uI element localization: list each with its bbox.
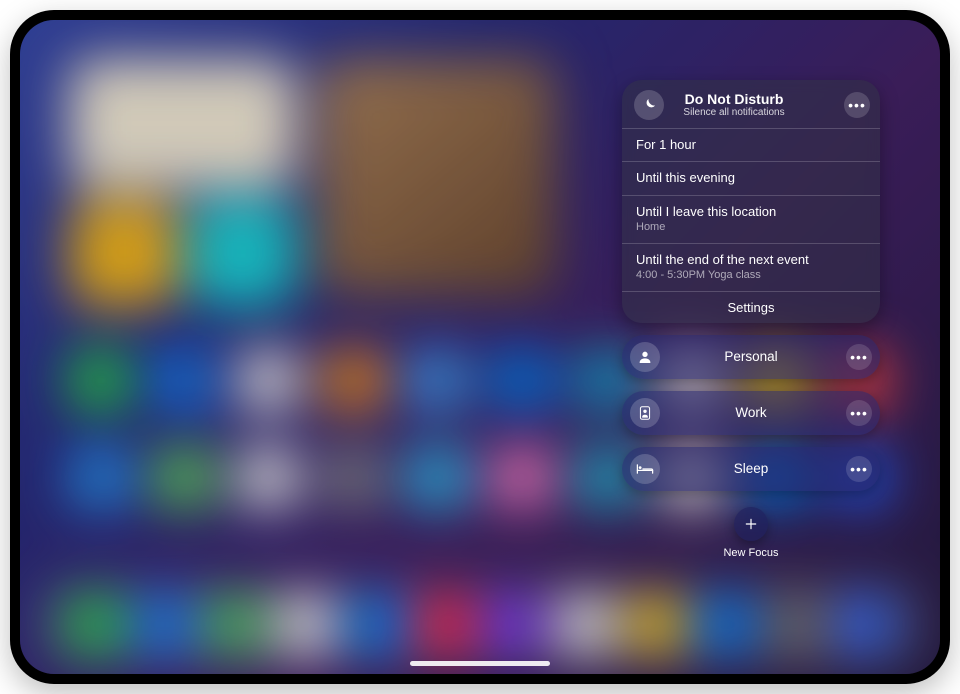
dnd-header: Do Not Disturb Silence all notifications… bbox=[622, 80, 880, 128]
new-focus: New Focus bbox=[622, 507, 880, 559]
dnd-option-sublabel: Home bbox=[636, 221, 866, 235]
dnd-option-event[interactable]: Until the end of the next event 4:00 - 5… bbox=[622, 243, 880, 291]
focus-pill-personal[interactable]: Personal ••• bbox=[622, 335, 880, 379]
ellipsis-icon: ••• bbox=[850, 461, 868, 477]
focus-label: Sleep bbox=[622, 461, 880, 476]
focus-pill-sleep[interactable]: Sleep ••• bbox=[622, 447, 880, 491]
ellipsis-icon: ••• bbox=[848, 97, 866, 113]
new-focus-label: New Focus bbox=[723, 547, 778, 559]
screen: Do Not Disturb Silence all notifications… bbox=[20, 20, 940, 674]
dnd-option-location[interactable]: Until I leave this location Home bbox=[622, 195, 880, 243]
plus-icon bbox=[743, 516, 759, 532]
person-icon bbox=[630, 342, 660, 372]
badge-icon bbox=[630, 398, 660, 428]
focus-control-panel: Do Not Disturb Silence all notifications… bbox=[622, 80, 880, 559]
dnd-settings-label: Settings bbox=[728, 300, 775, 315]
dnd-option-label: Until this evening bbox=[636, 170, 735, 185]
dnd-settings-button[interactable]: Settings bbox=[622, 291, 880, 323]
home-indicator[interactable] bbox=[410, 661, 550, 666]
focus-label: Personal bbox=[622, 349, 880, 364]
focus-more-button[interactable]: ••• bbox=[846, 400, 872, 426]
ellipsis-icon: ••• bbox=[850, 349, 868, 365]
focus-more-button[interactable]: ••• bbox=[846, 344, 872, 370]
dnd-more-button[interactable]: ••• bbox=[844, 92, 870, 118]
ellipsis-icon: ••• bbox=[850, 405, 868, 421]
focus-pill-work[interactable]: Work ••• bbox=[622, 391, 880, 435]
dnd-option-label: Until the end of the next event bbox=[636, 252, 809, 267]
dnd-option-label: For 1 hour bbox=[636, 137, 696, 152]
new-focus-button[interactable] bbox=[734, 507, 768, 541]
do-not-disturb-card: Do Not Disturb Silence all notifications… bbox=[622, 80, 880, 323]
dnd-option-1hour[interactable]: For 1 hour bbox=[622, 128, 880, 161]
focus-label: Work bbox=[622, 405, 880, 420]
dnd-option-evening[interactable]: Until this evening bbox=[622, 161, 880, 194]
ipad-device-frame: Do Not Disturb Silence all notifications… bbox=[10, 10, 950, 684]
dnd-title-block: Do Not Disturb Silence all notifications bbox=[634, 91, 834, 119]
bed-icon bbox=[630, 454, 660, 484]
dnd-title: Do Not Disturb bbox=[634, 91, 834, 107]
dnd-option-label: Until I leave this location bbox=[636, 204, 776, 219]
dnd-option-sublabel: 4:00 - 5:30PM Yoga class bbox=[636, 269, 866, 283]
focus-more-button[interactable]: ••• bbox=[846, 456, 872, 482]
dnd-subtitle: Silence all notifications bbox=[634, 107, 834, 119]
